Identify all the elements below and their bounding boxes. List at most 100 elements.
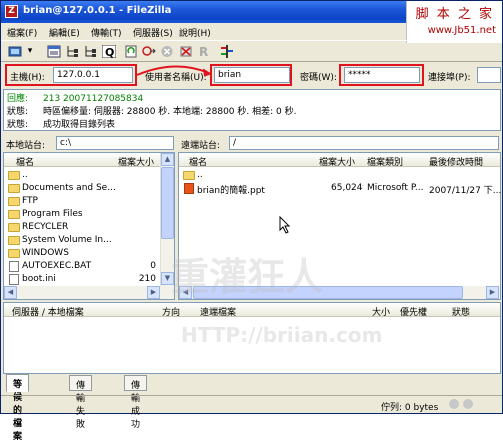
scroll-up-icon[interactable]: ▲	[161, 153, 174, 166]
scroll-left-icon[interactable]: ◀	[179, 286, 192, 299]
quickconnect-bar: 主機(H): 使用者名稱(U): 密碼(W): 連接埠(P):	[1, 63, 502, 87]
log-line: 回應: 213 20071127085834	[7, 91, 143, 104]
list-item[interactable]: RECYCLER	[6, 221, 158, 234]
svg-text:R: R	[199, 45, 208, 58]
tab-queued-files[interactable]: 等候的檔案	[6, 374, 30, 442]
queue-col-server[interactable]: 伺服器 / 本地檔案	[12, 305, 84, 318]
svg-text:Q: Q	[105, 46, 114, 58]
compare-icon[interactable]	[219, 44, 235, 59]
mouse-cursor-icon	[279, 216, 291, 234]
message-log[interactable]: 回應: 213 20071127085834 狀態: 時區偏移量: 伺服器: 288…	[3, 89, 501, 131]
local-horizontal-scrollbar[interactable]: ◀ ▶	[4, 286, 174, 299]
menu-server[interactable]: 伺服器(S)	[133, 26, 173, 39]
refresh-icon[interactable]	[123, 44, 139, 59]
menu-file[interactable]: 檔案(F)	[7, 26, 37, 39]
list-item[interactable]: FTP	[6, 195, 158, 208]
list-item[interactable]: brian的簡報.ppt 65,024 Microsoft P... 2007/…	[181, 182, 502, 196]
watermark-site-name: 脚 本 之 家	[415, 7, 494, 22]
folder-icon	[8, 223, 20, 232]
tab-failed-transfers[interactable]: 傳輸失敗	[69, 375, 93, 430]
local-site-bar: 本地站台: c:\	[3, 135, 175, 151]
list-item[interactable]: WINDOWS	[6, 247, 158, 260]
log-text: 成功取得目錄列表	[43, 120, 116, 130]
port-input[interactable]	[477, 67, 501, 83]
log-label: 狀態:	[7, 120, 29, 130]
log-line: 狀態: 成功取得目錄列表	[7, 117, 115, 130]
queue-col-direction[interactable]: 方向	[162, 305, 180, 318]
remote-site-bar: 遠端站台: /	[178, 135, 501, 151]
reconnect-icon[interactable]: R	[196, 44, 212, 59]
folder-icon	[8, 171, 20, 180]
file-size: 0	[150, 261, 156, 271]
remote-col-date[interactable]: 最後修改時間	[429, 155, 483, 168]
log-line: 狀態: 時區偏移量: 伺服器: 28800 秒. 本地端: 28800 秒. 相差…	[7, 104, 296, 117]
queue-col-priority[interactable]: 優先權	[400, 305, 427, 318]
site-manager-icon[interactable]	[7, 44, 25, 59]
password-label: 密碼(W):	[300, 73, 337, 83]
menu-transfer[interactable]: 傳輸(T)	[91, 26, 122, 39]
local-path-input[interactable]: c:\	[56, 136, 174, 150]
remote-file-list[interactable]: 檔名 檔案大小 檔案類別 最後修改時間 .. brian的簡報.ppt 65,0…	[178, 152, 501, 300]
remote-site-label: 遠端站台:	[181, 141, 221, 151]
log-label: 狀態:	[7, 107, 29, 117]
list-item[interactable]: AUTOEXEC.BAT 0	[6, 260, 158, 273]
queue-col-status[interactable]: 狀態	[452, 305, 470, 318]
toggle-queue-icon[interactable]: Q	[101, 44, 117, 59]
disconnect-icon[interactable]	[178, 44, 194, 59]
menu-help[interactable]: 說明(H)	[179, 26, 211, 39]
toggle-remote-tree-icon[interactable]	[83, 44, 99, 59]
ppt-file-icon	[184, 183, 194, 194]
highlight-password	[339, 64, 424, 86]
file-icon	[9, 274, 19, 285]
remote-column-header: 檔名 檔案大小 檔案類別 最後修改時間	[179, 153, 500, 168]
file-type: Microsoft P...	[367, 183, 424, 193]
folder-icon	[8, 197, 20, 206]
toggle-log-icon[interactable]	[46, 44, 62, 59]
file-date: 2007/11/27 下...	[429, 186, 502, 196]
queue-col-remote[interactable]: 遠端檔案	[200, 305, 236, 318]
list-item[interactable]: Documents and Se...	[6, 182, 158, 195]
menu-bar: 檔案(F) 編輯(E) 傳輸(T) 伺服器(S) 說明(H)	[1, 23, 406, 40]
local-col-name[interactable]: 檔名	[16, 155, 34, 168]
scroll-right-icon[interactable]: ▶	[147, 286, 160, 299]
local-col-size[interactable]: 檔案大小	[118, 155, 154, 168]
remote-horizontal-scrollbar[interactable]: ◀ ▶	[179, 286, 500, 299]
toggle-local-tree-icon[interactable]	[65, 44, 81, 59]
scroll-right-icon[interactable]: ▶	[486, 286, 499, 299]
dropdown-arrow-icon[interactable]: ▾	[26, 44, 34, 59]
folder-icon	[8, 210, 20, 219]
upload-indicator-icon	[449, 399, 459, 409]
remote-col-name[interactable]: 檔名	[189, 155, 207, 168]
transfer-queue[interactable]: 伺服器 / 本地檔案 方向 遠端檔案 大小 優先權 狀態	[3, 302, 501, 374]
scroll-down-icon[interactable]: ▼	[161, 272, 174, 285]
local-site-label: 本地站台:	[6, 141, 46, 151]
scroll-thumb[interactable]	[193, 286, 463, 299]
list-item[interactable]: Program Files	[6, 208, 158, 221]
process-queue-icon[interactable]	[141, 44, 157, 59]
filezilla-logo-icon: Z	[5, 5, 18, 18]
list-item[interactable]: boot.ini 210	[6, 273, 158, 286]
status-bar: 佇列: 0 bytes	[1, 395, 502, 413]
scroll-left-icon[interactable]: ◀	[4, 286, 17, 299]
arrow-annotation	[136, 65, 213, 77]
cancel-icon[interactable]	[159, 44, 175, 59]
tab-successful-transfers[interactable]: 傳輸成功	[124, 375, 148, 430]
menu-edit[interactable]: 編輯(E)	[49, 26, 80, 39]
remote-path-input[interactable]: /	[229, 136, 499, 150]
list-item[interactable]: ..	[181, 169, 499, 182]
toolbar: ▾ Q R	[1, 40, 502, 62]
watermark-site-url: www.Jb51.net	[427, 25, 496, 36]
remote-col-size[interactable]: 檔案大小	[319, 155, 355, 168]
local-file-list[interactable]: 檔名 檔案大小 .. Documents and Se... FTP Progr…	[3, 152, 175, 300]
queue-size-status: 佇列: 0 bytes	[381, 403, 439, 413]
remote-col-type[interactable]: 檔案類別	[367, 155, 403, 168]
queue-col-size[interactable]: 大小	[372, 305, 390, 318]
scroll-thumb[interactable]	[161, 167, 174, 239]
list-item[interactable]: ..	[6, 169, 158, 182]
list-item[interactable]: System Volume In...	[6, 234, 158, 247]
file-icon	[9, 261, 19, 272]
local-vertical-scrollbar[interactable]: ▲ ▼	[160, 153, 174, 286]
site-watermark: 脚 本 之 家 www.Jb51.net	[406, 1, 502, 43]
log-label: 回應:	[7, 94, 29, 104]
window-title: brian@127.0.0.1 - FileZilla	[23, 5, 172, 16]
